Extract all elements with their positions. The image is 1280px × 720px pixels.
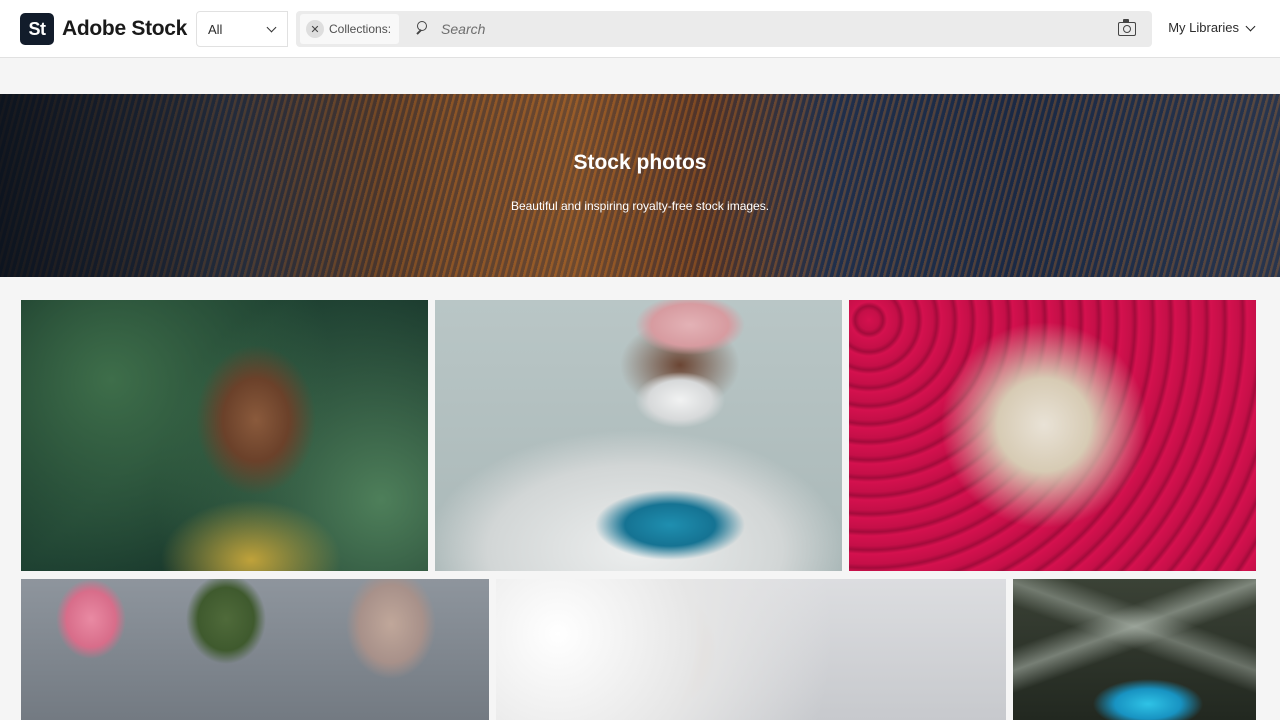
camera-icon[interactable] (1118, 19, 1136, 36)
page-title: Stock photos (573, 151, 707, 174)
search-bar: All ✕ Collections: (196, 11, 1152, 47)
logo-mark: St (20, 13, 54, 45)
filter-value: All (208, 21, 223, 37)
collections-chip-label: Collections: (329, 22, 392, 36)
hero-banner: Stock photos Beautiful and inspiring roy… (0, 94, 1280, 277)
search-icon[interactable] (413, 19, 433, 39)
divider (288, 11, 296, 47)
page-subtitle: Beautiful and inspiring royalty-free sto… (510, 199, 770, 213)
asset-type-filter[interactable]: All (196, 11, 288, 47)
top-header: St Adobe Stock All ✕ Collections: My Lib… (0, 0, 1280, 58)
photo-tile-women-in-hijabs[interactable] (21, 579, 489, 720)
photo-tile-medical-worker[interactable] (435, 300, 842, 571)
search-input[interactable] (433, 11, 1118, 47)
search-box: ✕ Collections: (296, 11, 1152, 47)
photo-tile-incense-sticks[interactable] (849, 300, 1256, 571)
chevron-down-icon (266, 22, 277, 32)
chevron-down-icon (1245, 21, 1256, 31)
photo-tile-child-among-leaves[interactable] (21, 300, 428, 571)
collections-chip[interactable]: ✕ Collections: (300, 14, 400, 44)
logo-text: Adobe Stock (62, 17, 188, 40)
my-libraries-button[interactable]: My Libraries (1168, 20, 1256, 35)
close-icon[interactable]: ✕ (306, 20, 324, 38)
my-libraries-label: My Libraries (1168, 20, 1239, 35)
adobe-stock-logo[interactable]: St Adobe Stock (20, 13, 187, 45)
photo-tile-smiling-woman[interactable] (496, 579, 1006, 720)
sub-navigation-bar (0, 59, 1280, 93)
photo-tile-butterfly[interactable] (1013, 579, 1256, 720)
